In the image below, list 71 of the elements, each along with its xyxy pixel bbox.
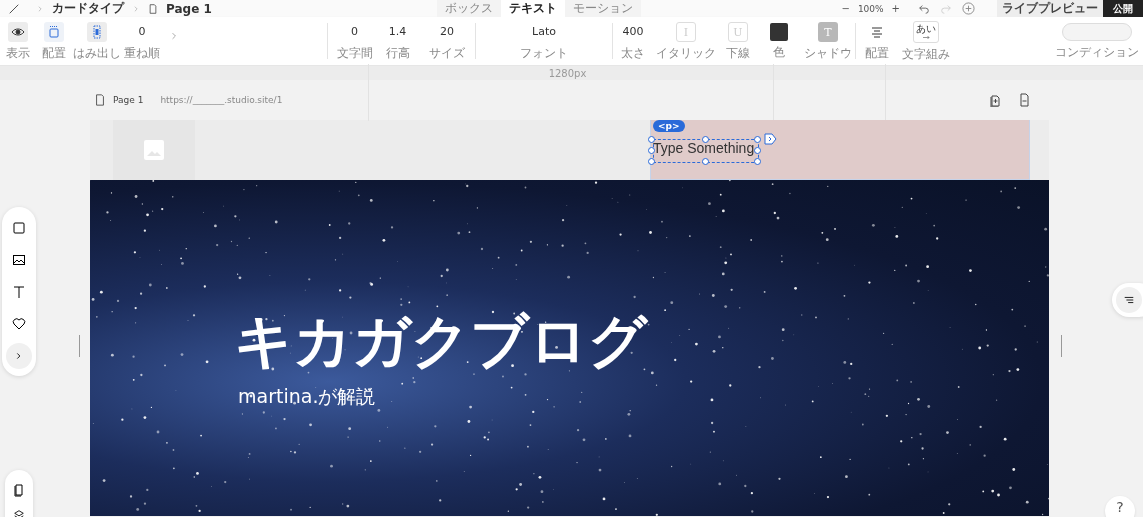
resize-handle[interactable]	[702, 136, 709, 143]
pages-icon	[12, 483, 26, 497]
zoom-level: 100%	[856, 3, 885, 14]
text-icon	[12, 285, 26, 299]
redo-icon	[940, 2, 952, 15]
tab[interactable]: テキスト	[500, 0, 565, 17]
control-label: 行高	[385, 47, 410, 60]
text-block[interactable]: <p> Type Something	[650, 120, 1030, 180]
zoom-in-button[interactable]: +	[887, 3, 904, 14]
control-label: 配置	[865, 47, 889, 60]
page-icon	[148, 3, 158, 14]
page-name: Page 1	[113, 95, 144, 105]
value-text[interactable]: Lato	[532, 22, 556, 42]
value-text[interactable]: 1.4	[388, 22, 407, 42]
chevron-right-icon[interactable]	[764, 133, 777, 145]
breadcrumb-item[interactable]: カードタイプ	[52, 0, 124, 17]
image-icon	[12, 253, 26, 267]
publish-button[interactable]: 公開	[1103, 0, 1143, 17]
control-label: 文字間	[336, 47, 373, 60]
image-icon	[144, 140, 164, 160]
zoom-out-button[interactable]: −	[837, 3, 854, 14]
control-label: コンディション	[1055, 46, 1139, 59]
resize-handle[interactable]	[702, 158, 709, 165]
value-text[interactable]: 400	[622, 22, 644, 42]
control-label: サイズ	[429, 47, 465, 60]
hero-subtitle: martina.が解説	[238, 384, 377, 409]
condition-field[interactable]	[1062, 23, 1132, 41]
undo-icon	[918, 2, 930, 15]
align-center-icon	[870, 25, 884, 39]
element-tag: <p>	[653, 120, 685, 132]
control-label: 文字組み	[902, 48, 950, 61]
help-button[interactable]: ?	[1105, 496, 1135, 517]
color-swatch[interactable]	[770, 23, 788, 41]
copy-page-icon	[988, 93, 1002, 107]
breadcrumb-item[interactable]: Page 1	[166, 1, 212, 16]
control-label: はみ出し	[73, 47, 121, 60]
frame-icon	[47, 25, 61, 39]
value-text[interactable]: 20	[440, 22, 454, 42]
heart-icon	[12, 317, 26, 331]
overflow-icon	[90, 25, 104, 39]
overflow-button[interactable]	[87, 22, 107, 42]
control-label: フォント	[520, 47, 568, 60]
ruler-width: 1280px	[548, 67, 587, 79]
chevron-right-icon	[132, 4, 140, 13]
resize-handle[interactable]	[1061, 335, 1062, 357]
menu-icon	[1123, 294, 1135, 306]
placeholder-text[interactable]: Type Something	[653, 140, 755, 156]
chevron-right-icon	[36, 4, 44, 13]
typesetting-button[interactable]: あい	[913, 21, 939, 43]
live-preview-button[interactable]: ライブプレビュー	[997, 0, 1103, 17]
page-icon	[94, 94, 106, 106]
control-label: 色	[773, 46, 785, 59]
value-text[interactable]: 0	[351, 22, 358, 42]
control-label: 表示	[6, 47, 30, 60]
pen-icon	[8, 2, 20, 15]
chevron-right-icon	[169, 31, 179, 41]
control-label: 配置	[42, 47, 66, 60]
control-label: 重ね順	[124, 47, 160, 60]
add-circle-icon	[962, 2, 975, 15]
position-button[interactable]	[44, 22, 64, 42]
square-icon	[12, 221, 26, 235]
add-page-icon	[1017, 93, 1031, 107]
control-label: 太さ	[621, 47, 645, 60]
resize-handle[interactable]	[79, 335, 80, 357]
visibility-button[interactable]	[8, 22, 28, 42]
value-text[interactable]: 0	[138, 22, 146, 42]
eye-icon	[11, 25, 25, 39]
hero-title: キカガクブログ	[234, 312, 647, 370]
control-label: シャドウ	[804, 47, 852, 60]
control-label: イタリック	[656, 47, 716, 60]
control-label: 下線	[726, 47, 750, 60]
